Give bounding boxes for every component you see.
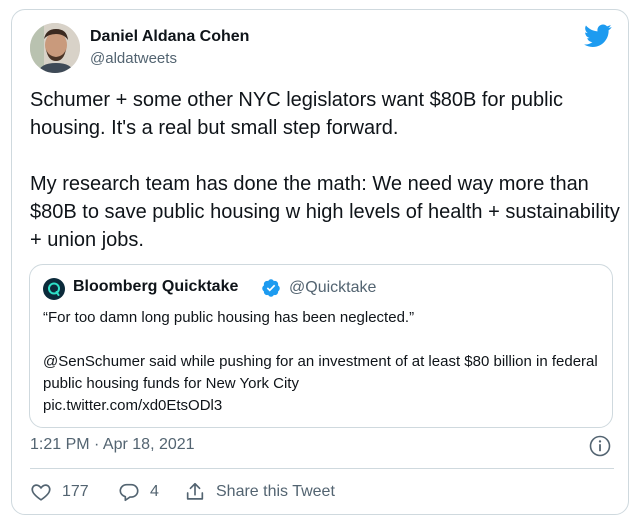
like-button[interactable]: 177 [30, 480, 89, 504]
reply-button[interactable]: 4 [118, 480, 159, 504]
twitter-bird-icon[interactable] [584, 24, 612, 48]
quoted-author-name: Bloomberg Quicktake [73, 278, 239, 295]
like-count: 177 [62, 483, 89, 500]
tweet-card: Daniel Aldana Cohen @aldatweets Schumer … [11, 9, 629, 515]
quoted-tweet-text: “For too damn long public housing has be… [43, 309, 598, 414]
heart-icon [31, 484, 51, 501]
share-tweet-button[interactable]: Share this Tweet [184, 480, 335, 504]
reply-count: 4 [150, 483, 159, 500]
reply-bubble-icon [119, 483, 139, 502]
quoted-tweet[interactable]: Bloomberg Quicktake @Quicktake “For too … [29, 264, 613, 428]
author-avatar[interactable] [30, 23, 80, 73]
info-icon[interactable] [588, 434, 612, 458]
tweet-timestamp[interactable]: 1:21 PM · Apr 18, 2021 [30, 436, 195, 454]
quicktake-logo-icon [43, 278, 65, 300]
quoted-author-handle: @Quicktake [289, 279, 377, 296]
share-label: Share this Tweet [216, 483, 335, 500]
author-name[interactable]: Daniel Aldana Cohen [90, 28, 249, 46]
author-handle[interactable]: @aldatweets [90, 50, 177, 67]
tweet-text: Schumer + some other NYC legislators wan… [30, 89, 620, 251]
verified-badge-icon [261, 278, 281, 298]
divider [30, 468, 614, 469]
share-upload-icon [186, 482, 204, 500]
